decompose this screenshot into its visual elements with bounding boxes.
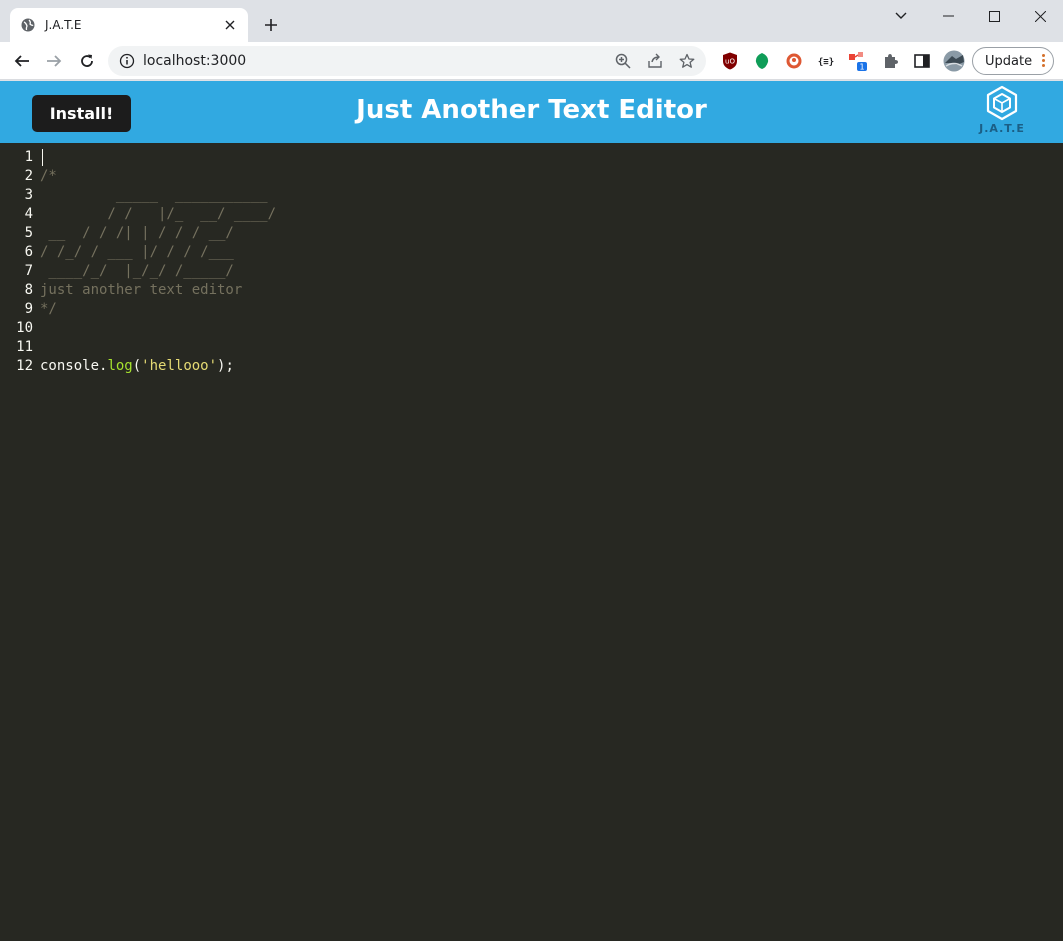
forward-arrow-icon[interactable] [40,47,68,75]
code-token: just another text editor [40,282,243,298]
code-token: console. [40,358,108,374]
svg-text:uO: uO [725,58,735,66]
close-window-icon[interactable] [1017,0,1063,32]
code-editor[interactable]: 1 2/* 3 _____ ___________ 4 / / |/_ __/ ___… [0,143,1063,941]
line-code: __ / / /| | / / / __/ [36,224,234,243]
code-token: log [107,358,133,374]
reload-icon[interactable] [73,47,101,75]
minimize-icon[interactable] [925,0,971,32]
line-number: 7 [24,263,33,279]
line-number: 10 [16,320,33,336]
update-label: Update [985,53,1033,69]
code-token: /* [40,168,57,184]
editor-line[interactable]: 11 [0,338,40,357]
profile-avatar[interactable] [942,49,966,73]
code-token: */ [40,301,57,317]
editor-line[interactable]: 8 just another text editor [0,281,243,300]
line-number: 12 [16,358,33,374]
duckduckgo-extension-icon[interactable] [782,49,806,73]
new-tab-icon[interactable] [260,14,282,36]
line-number: 2 [24,168,33,184]
close-tab-icon[interactable] [222,17,238,33]
browser-titlebar: J.A.T.E [0,0,1063,42]
app-logo: J.A.T.E [975,85,1029,141]
back-arrow-icon[interactable] [8,47,36,75]
site-info-icon[interactable] [119,53,135,69]
menu-dots-icon [1042,54,1045,67]
line-code: / / |/_ __/ ____/ [36,205,276,224]
jate-logo-icon [986,85,1018,121]
line-number: 4 [24,206,33,222]
editor-line[interactable]: 1 [0,148,40,167]
line-number: 9 [24,301,33,317]
app-title: Just Another Text Editor [356,95,707,125]
maximize-icon[interactable] [971,0,1017,32]
tab-title: J.A.T.E [45,18,82,32]
code-token: / / |/_ __/ ____/ [40,206,277,222]
app-header: Install! Just Another Text Editor J.A.T.… [0,81,1063,143]
svg-text:{≡}: {≡} [818,58,834,68]
line-code: ____/_/ |_/_/ /_____/ [36,262,234,281]
zoom-icon[interactable] [610,48,636,74]
editor-line[interactable]: 7 ____/_/ |_/_/ /_____/ [0,262,234,281]
code-token: / /_/ / ___ |/ / / /___ [40,244,234,260]
line-code: just another text editor [36,281,242,300]
editor-line[interactable]: 4 / / |/_ __/ ____/ [0,205,276,224]
ublock-extension-icon[interactable]: uO [718,49,742,73]
line-code: _____ ___________ [36,186,268,205]
green-drop-extension-icon[interactable] [750,49,774,73]
tab-search-chevron-icon[interactable] [890,6,912,26]
line-code: /* [36,167,57,186]
browser-tab[interactable]: J.A.T.E [10,8,248,42]
line-number: 8 [24,282,33,298]
line-number: 3 [24,187,33,203]
browser-toolbar: localhost:3000 uO {≡} 1 Update [0,42,1063,80]
line-code: console.log('hellooo'); [36,357,234,376]
code-token: _____ ___________ [40,187,268,203]
side-panel-icon[interactable] [910,49,934,73]
line-number: 1 [24,149,33,165]
svg-text:1: 1 [859,63,864,72]
share-icon[interactable] [642,48,668,74]
logo-text: J.A.T.E [979,122,1025,135]
code-token: ); [217,358,234,374]
code-token: 'hellooo' [141,358,218,374]
json-extension-icon[interactable]: {≡} [814,49,838,73]
line-code: / /_/ / ___ |/ / / /___ [36,243,234,262]
connections-extension-icon[interactable]: 1 [846,49,870,73]
extensions-puzzle-icon[interactable] [878,49,902,73]
line-number: 6 [24,244,33,260]
line-number: 11 [16,339,33,355]
bookmark-star-icon[interactable] [674,48,700,74]
editor-line[interactable]: 5 __ / / /| | / / / __/ [0,224,234,243]
globe-icon [20,17,36,33]
line-code: */ [36,300,57,319]
editor-line[interactable]: 9 */ [0,300,57,319]
code-token: ( [132,358,142,374]
editor-line[interactable]: 6 / /_/ / ___ |/ / / /___ [0,243,234,262]
editor-line[interactable]: 2 /* [0,167,57,186]
editor-line[interactable]: 10 [0,319,40,338]
code-token: ____/_/ |_/_/ /_____/ [40,263,234,279]
line-number: 5 [24,225,33,241]
editor-line[interactable]: 3 _____ ___________ [0,186,268,205]
url-text[interactable]: localhost:3000 [143,53,610,69]
update-button[interactable]: Update [972,47,1054,75]
text-cursor [42,149,43,166]
editor-line[interactable]: 12 console.log('hellooo'); [0,357,234,376]
address-bar[interactable]: localhost:3000 [108,46,706,76]
code-token: __ / / /| | / / / __/ [40,225,234,241]
